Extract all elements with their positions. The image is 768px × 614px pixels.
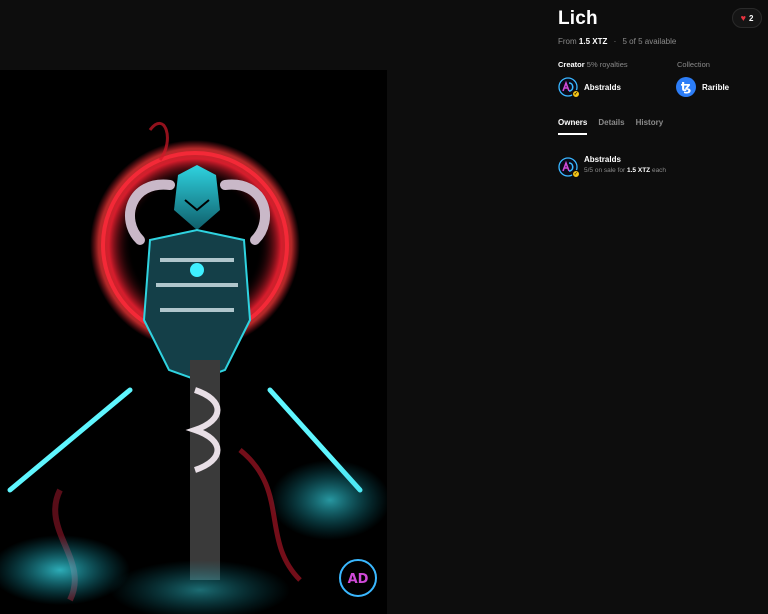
heart-icon: ♥ <box>740 12 746 23</box>
collection-label: Collection <box>677 60 710 69</box>
tezos-icon: ꜩ <box>676 77 696 97</box>
collection-link[interactable]: ꜩ Rarible <box>676 77 729 97</box>
sale-prefix: 5/5 on sale for <box>584 167 626 174</box>
like-count: 2 <box>748 13 754 23</box>
tab-details[interactable]: Details <box>598 118 624 135</box>
creator-name: Abstralds <box>584 82 621 92</box>
owner-sale-info: 5/5 on sale for 1.5 XTZ each <box>584 167 666 174</box>
creator-label-row: Creator 5% royalties <box>558 60 628 69</box>
creator-link[interactable]: ✓ Abstralds <box>558 77 621 98</box>
nft-artwork[interactable]: AD <box>0 70 387 614</box>
price-value: 1.5 XTZ <box>578 37 608 46</box>
creator-avatar: ✓ <box>558 77 580 98</box>
item-info-panel: Lich ♥ 2 From 1.5 XTZ · 5 of 5 available… <box>558 0 768 614</box>
price-prefix: From <box>558 37 577 46</box>
availability-text: 5 of 5 available <box>622 37 677 46</box>
verified-badge-icon: ✓ <box>572 90 580 98</box>
owner-list-item[interactable]: ✓ Abstralds 5/5 on sale for 1.5 XTZ each <box>558 155 666 178</box>
verified-badge-icon: ✓ <box>572 170 580 178</box>
sale-suffix: each <box>651 167 667 174</box>
like-button[interactable]: ♥ 2 <box>732 8 762 28</box>
separator-dot: · <box>613 37 617 46</box>
owner-avatar: ✓ <box>558 157 580 178</box>
price-line: From 1.5 XTZ · 5 of 5 available <box>558 37 676 46</box>
sale-price: 1.5 XTZ <box>627 167 651 174</box>
collection-name: Rarible <box>702 82 730 92</box>
owner-name: Abstralds <box>584 155 621 164</box>
royalties-text: 5% royalties <box>586 60 628 69</box>
tab-owners[interactable]: Owners <box>558 118 588 135</box>
item-title: Lich <box>558 8 598 29</box>
owner-text: Abstralds 5/5 on sale for 1.5 XTZ each <box>584 155 666 174</box>
nft-item-page: AD Lich ♥ 2 From 1.5 XTZ · 5 of 5 availa… <box>0 0 768 614</box>
item-tabs: Owners Details History <box>558 118 663 135</box>
lich-artwork-image: AD <box>0 70 387 614</box>
creator-label: Creator <box>558 60 585 69</box>
signature-logo: AD <box>348 572 369 587</box>
tab-history[interactable]: History <box>636 118 664 135</box>
